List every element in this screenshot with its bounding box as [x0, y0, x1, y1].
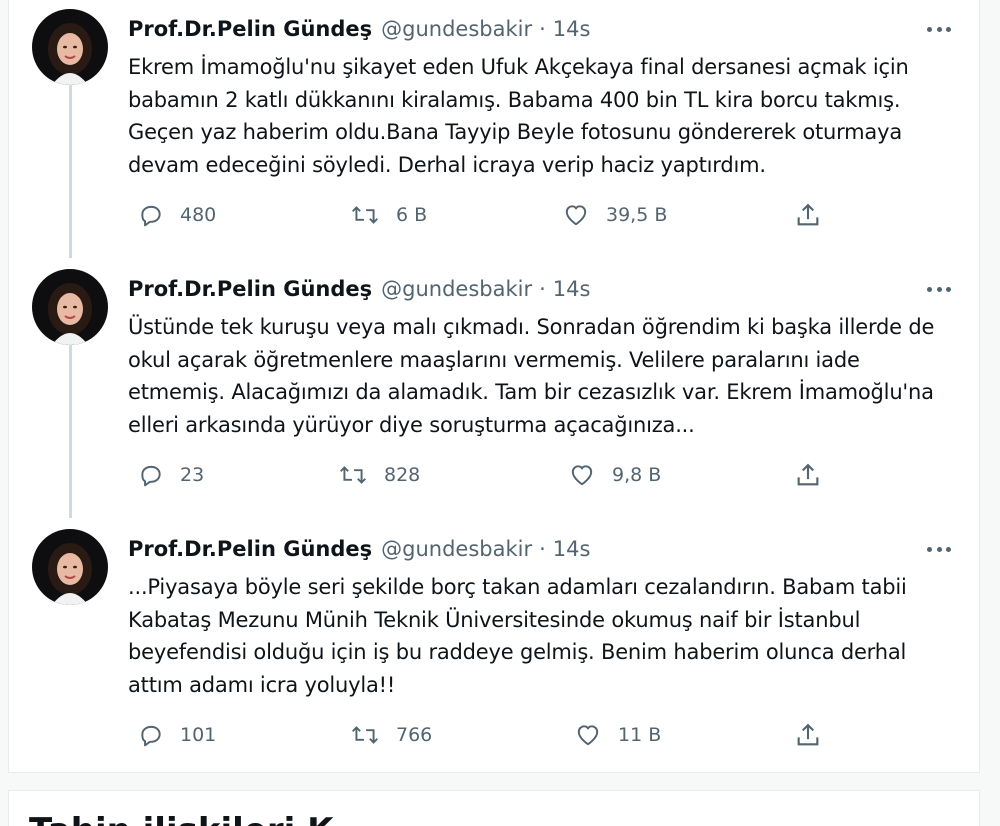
retweet-icon — [339, 466, 367, 484]
separator-dot: · — [539, 17, 546, 41]
retweet-button[interactable]: 766 — [350, 718, 432, 752]
reply-button[interactable]: 101 — [138, 718, 216, 752]
tweet[interactable]: Prof.Dr.Pelin Gündeş @gundesbakir · 14s … — [9, 7, 981, 262]
tweet-header: Prof.Dr.Pelin Gündeş @gundesbakir · 14s — [128, 14, 590, 44]
more-icon[interactable] — [927, 279, 951, 299]
tweet[interactable]: Prof.Dr.Pelin Gündeş @gundesbakir · 14s … — [9, 527, 981, 767]
share-button[interactable] — [794, 718, 822, 752]
separator-dot: · — [539, 277, 546, 301]
more-icon[interactable] — [927, 19, 951, 39]
like-button[interactable]: 11 B — [574, 718, 661, 752]
display-name[interactable]: Prof.Dr.Pelin Gündeş — [128, 277, 372, 301]
separator-dot: · — [539, 537, 546, 561]
section-heading: Tahin ilişkileri K... — [29, 811, 372, 826]
share-button[interactable] — [794, 198, 822, 232]
share-button[interactable] — [794, 458, 822, 492]
share-icon — [797, 463, 819, 486]
reply-icon — [141, 725, 161, 747]
like-count: 39,5 B — [606, 204, 668, 226]
tweet-actions: 480 6 B 39,5 B — [128, 198, 848, 232]
share-icon — [797, 723, 819, 746]
tweet-text: ...Piyasaya böyle seri şekilde borç taka… — [128, 575, 907, 697]
tweet-text: Üstünde tek kuruşu veya malı çıkmadı. So… — [128, 315, 935, 437]
timestamp[interactable]: 14s — [553, 277, 591, 301]
reply-count: 23 — [180, 464, 205, 486]
reply-count: 101 — [180, 724, 217, 746]
reply-icon — [141, 205, 161, 227]
heart-icon — [577, 725, 599, 746]
avatar[interactable] — [32, 529, 108, 605]
tweet-header: Prof.Dr.Pelin Gündeş @gundesbakir · 14s — [128, 274, 590, 304]
avatar-image — [32, 9, 108, 85]
display-name[interactable]: Prof.Dr.Pelin Gündeş — [128, 17, 372, 41]
reply-button[interactable]: 23 — [138, 458, 204, 492]
retweet-icon — [351, 726, 379, 744]
retweet-icon — [351, 206, 379, 224]
like-button[interactable]: 9,8 B — [568, 458, 661, 492]
reply-button[interactable]: 480 — [138, 198, 216, 232]
retweet-button[interactable]: 6 B — [350, 198, 427, 232]
share-icon — [797, 203, 819, 226]
tweet-actions: 101 766 11 B — [128, 718, 848, 752]
tweet-actions: 23 828 9,8 B — [128, 458, 848, 492]
avatar-image — [32, 269, 108, 345]
like-button[interactable]: 39,5 B — [562, 198, 667, 232]
like-count: 9,8 B — [612, 464, 662, 486]
tweet-thread: Prof.Dr.Pelin Gündeş @gundesbakir · 14s … — [8, 0, 980, 773]
retweet-button[interactable]: 828 — [338, 458, 420, 492]
more-icon[interactable] — [927, 539, 951, 559]
timestamp[interactable]: 14s — [553, 537, 591, 561]
reply-count: 480 — [180, 204, 217, 226]
avatar[interactable] — [32, 269, 108, 345]
user-handle[interactable]: @gundesbakir — [381, 277, 532, 301]
display-name[interactable]: Prof.Dr.Pelin Gündeş — [128, 537, 372, 561]
heart-icon — [571, 465, 593, 486]
tweet-text: Ekrem İmamoğlu'nu şikayet eden Ufuk Akçe… — [128, 55, 909, 177]
avatar-image — [32, 529, 108, 605]
like-count: 11 B — [618, 724, 662, 746]
user-handle[interactable]: @gundesbakir — [381, 537, 532, 561]
reply-icon — [141, 465, 161, 487]
user-handle[interactable]: @gundesbakir — [381, 17, 532, 41]
avatar[interactable] — [32, 9, 108, 85]
page: Prof.Dr.Pelin Gündeş @gundesbakir · 14s … — [0, 0, 1000, 826]
retweet-count: 766 — [396, 724, 433, 746]
tweet[interactable]: Prof.Dr.Pelin Gündeş @gundesbakir · 14s … — [9, 267, 981, 522]
retweet-count: 6 B — [396, 204, 428, 226]
retweet-count: 828 — [384, 464, 421, 486]
next-section-card: Tahin ilişkileri K... — [8, 790, 980, 826]
tweet-header: Prof.Dr.Pelin Gündeş @gundesbakir · 14s — [128, 534, 590, 564]
timestamp[interactable]: 14s — [553, 17, 591, 41]
heart-icon — [565, 205, 587, 226]
